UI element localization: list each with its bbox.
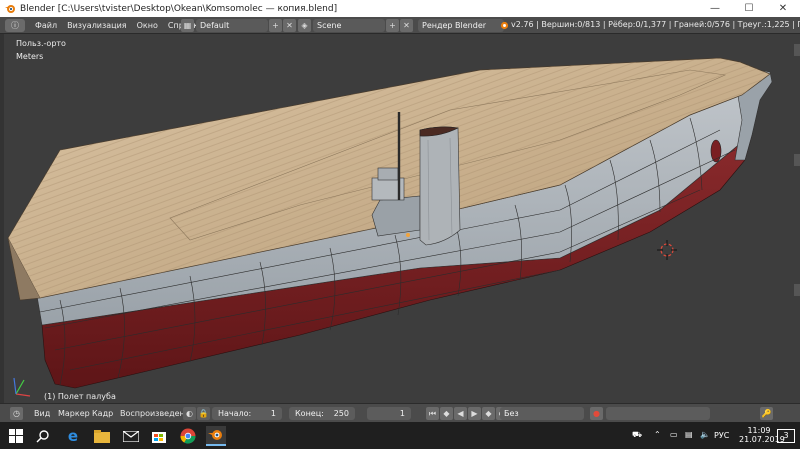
maximize-button[interactable]: ☐ [732, 0, 766, 17]
end-frame-field[interactable]: Конец: 250 [289, 407, 355, 420]
3d-cursor-icon [657, 240, 677, 260]
blender-taskbar-icon[interactable] [206, 426, 226, 446]
render-engine-dropdown[interactable]: Рендер Blender [418, 19, 504, 32]
timeline-menu-marker[interactable]: Маркер [58, 409, 90, 418]
blender-logo-icon [5, 4, 15, 13]
tray-chevron-icon[interactable]: ⌃ [654, 430, 661, 439]
clock-date: 21.07.2019 [739, 435, 785, 444]
screen-layout-icon[interactable]: ▦ [181, 19, 194, 32]
window-title-bar[interactable]: Blender [C:\Users\tvister\Desktop\Okean\… [0, 0, 800, 17]
info-header: ⓘ Файл Визуализация Окно Справка ▦ Defau… [0, 17, 800, 34]
add-screen-button[interactable]: + [269, 19, 282, 32]
play-reverse-button[interactable]: ◀ [454, 407, 467, 420]
notifications-button[interactable]: 3 [777, 429, 795, 443]
prev-keyframe-button[interactable]: ◆ [440, 407, 453, 420]
jump-start-button[interactable]: ⏮ [426, 407, 439, 420]
start-button[interactable] [6, 426, 26, 446]
windows-taskbar: e ⛟ ⌃ ▭ ▤ 🔈 РУС 11:09 21.07.2019 3 [0, 422, 800, 449]
object-origin [406, 233, 410, 237]
minimize-button[interactable]: — [698, 0, 732, 17]
battery-icon[interactable]: ▭ [670, 430, 678, 439]
menu-file[interactable]: Файл [35, 21, 57, 30]
preview-range-button[interactable]: ◐ [183, 407, 196, 420]
file-explorer-icon[interactable] [92, 426, 112, 446]
people-icon[interactable]: ⛟ [632, 430, 642, 440]
screen-layout-field[interactable]: Default [196, 19, 268, 32]
timeline-editor-button[interactable]: ◷ [10, 407, 23, 420]
clock[interactable]: 11:09 21.07.2019 [739, 426, 785, 444]
sync-mode-dropdown[interactable]: Без синхронизации [500, 407, 584, 431]
ship-model [7, 57, 773, 389]
timeline-menu-frame[interactable]: Кадр [92, 409, 113, 418]
timeline-header: ◷ Вид Маркер Кадр Воспроизведение ◐ 🔒 На… [0, 403, 800, 431]
add-scene-button[interactable]: + [386, 19, 399, 32]
menu-window[interactable]: Окно [137, 21, 158, 30]
editor-type-button[interactable]: ⓘ [5, 18, 25, 32]
panel-toggle[interactable] [794, 154, 800, 166]
tool-shelf-edge[interactable] [0, 34, 4, 403]
panel-toggle[interactable] [794, 284, 800, 296]
mail-icon[interactable] [121, 426, 141, 446]
clock-time: 11:09 [747, 426, 771, 435]
remove-screen-button[interactable]: ✕ [283, 19, 296, 32]
blender-logo-icon [500, 21, 509, 30]
info-icon: ⓘ [11, 20, 19, 30]
edge-browser-icon[interactable]: e [63, 426, 83, 446]
start-frame-field[interactable]: Начало: 1 [212, 407, 282, 420]
record-button[interactable]: ● [590, 407, 603, 420]
keyframe-insert-icon[interactable]: 🔑 [760, 407, 773, 420]
close-button[interactable]: ✕ [766, 0, 800, 17]
scene-field[interactable]: Scene [313, 19, 385, 32]
store-icon[interactable] [149, 426, 169, 446]
funnel [419, 126, 461, 246]
search-icon[interactable] [33, 426, 53, 446]
scene-icon[interactable]: ◈ [298, 19, 311, 32]
3d-viewport[interactable]: Польз.-орто Meters (1) Полет палуба [0, 34, 800, 403]
language-indicator[interactable]: РУС [714, 431, 729, 440]
lock-icon[interactable]: 🔒 [197, 407, 210, 420]
current-frame-field[interactable]: 1 [367, 407, 411, 420]
active-object-label: (1) Полет палуба [44, 392, 116, 401]
keying-set-field[interactable] [606, 407, 710, 420]
scene-stats: v2.76 | Вершин:0/813 | Рёбер:0/1,377 | Г… [511, 20, 800, 29]
windows-logo-icon [9, 429, 23, 443]
menu-render[interactable]: Визуализация [67, 21, 127, 30]
window-title: Blender [C:\Users\tvister\Desktop\Okean\… [20, 3, 338, 14]
axis-gizmo-icon [13, 377, 31, 397]
volume-icon[interactable]: 🔈 [700, 430, 710, 439]
next-keyframe-button[interactable]: ◆ [482, 407, 495, 420]
unit-label: Meters [16, 52, 44, 61]
island-base [371, 195, 421, 237]
blender-window: Blender [C:\Users\tvister\Desktop\Okean\… [0, 0, 800, 449]
timeline-menu-view[interactable]: Вид [34, 409, 50, 418]
remove-scene-button[interactable]: ✕ [400, 19, 413, 32]
view-name: Польз.-орто [16, 39, 66, 48]
network-icon[interactable]: ▤ [685, 430, 693, 439]
properties-toggle[interactable] [794, 44, 800, 56]
chrome-icon[interactable] [178, 426, 198, 446]
play-button[interactable]: ▶ [468, 407, 481, 420]
